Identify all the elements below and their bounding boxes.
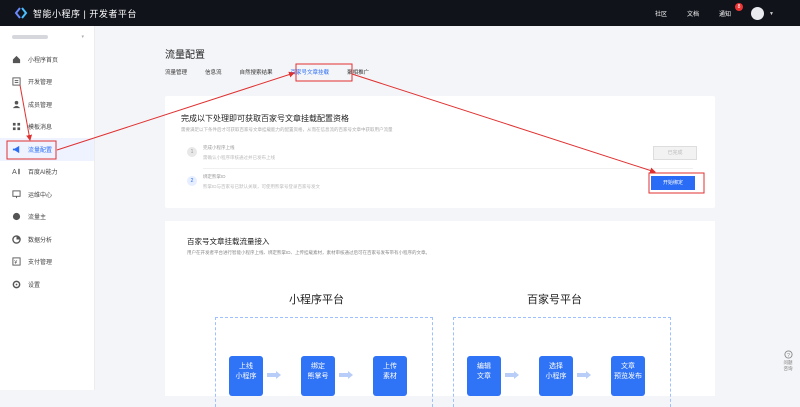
step-number-2: 2: [187, 176, 197, 186]
sidebar-item-label: 百度AI能力: [28, 170, 58, 177]
sidebar-item-label: 流量主: [28, 215, 47, 222]
sidebar-item-label: 运维中心: [28, 192, 53, 199]
gear-icon: [12, 280, 21, 289]
step-2-desc: 熊掌ID与百家号已默认关联，可使用熊掌号登录百家号发文: [203, 184, 320, 189]
step-number-1: 1: [187, 147, 197, 157]
sidebar-item-3[interactable]: 模板消息: [0, 116, 94, 139]
tab-baijiahao-mount[interactable]: 百家号文章挂载: [291, 68, 330, 76]
tab-promotion[interactable]: 聚相推广: [347, 68, 369, 76]
home-icon: [12, 55, 21, 64]
flow-step-box: 绑定 熊掌号: [301, 356, 335, 396]
svg-text:?: ?: [787, 353, 790, 359]
chevron-down-icon: ▾: [81, 34, 84, 40]
platform-right-label: 百家号平台: [527, 294, 582, 306]
notification-link[interactable]: 通知 8: [719, 2, 744, 18]
user-icon: [12, 100, 21, 109]
step-1-title: 完成小程序上线: [203, 145, 235, 150]
sidebar-item-label: 小程序首页: [28, 57, 59, 64]
sidebar-item-9[interactable]: ¥ 支付管理: [0, 251, 94, 274]
question-icon: ?: [783, 350, 793, 359]
community-link[interactable]: 社区: [655, 9, 667, 18]
sidebar-item-4[interactable]: 流量配置: [0, 138, 94, 161]
platform-left-label: 小程序平台: [289, 294, 344, 306]
sidebar: ▾ 小程序首页开发管理成员管理模板消息流量配置 A 百度AI能力 运维中心流量主数据分…: [0, 26, 95, 390]
arrow-right-icon: [505, 371, 519, 379]
notification-label: 通知: [719, 11, 732, 18]
flow-step-box: 上线 小程序: [229, 356, 263, 396]
sidebar-item-label: 支付管理: [28, 260, 53, 267]
svg-text:A: A: [12, 167, 17, 176]
tab-natural-search[interactable]: 自然搜索结果: [240, 68, 273, 76]
eligibility-title: 完成以下处理即可获取百家号文章挂载配置资格: [181, 114, 349, 123]
coin-icon: [12, 212, 21, 221]
logo-icon: [14, 7, 28, 19]
chart-icon: [12, 234, 21, 244]
step-2-text: 绑定熊掌ID 熊掌ID与百家号已默认关联，可使用熊掌号登录百家号发文: [203, 174, 320, 190]
code-icon: [12, 77, 21, 86]
flow-step-box: 选择 小程序: [539, 356, 573, 396]
sidebar-item-label: 流量配置: [28, 147, 53, 154]
arrow-right-icon: [339, 371, 353, 379]
step-2-title: 绑定熊掌ID: [203, 174, 226, 179]
sidebar-item-label: 开发管理: [28, 80, 53, 87]
flow-step-box: 上传 素材: [373, 356, 407, 396]
app-title: 智能小程序 | 开发者平台: [33, 8, 137, 19]
account-menu[interactable]: ▼: [751, 6, 774, 20]
sidebar-item-5[interactable]: A 百度AI能力: [0, 161, 94, 184]
sidebar-item-label: 数据分析: [28, 237, 53, 244]
app-selector[interactable]: ▾: [0, 26, 94, 48]
pay-icon: ¥: [12, 257, 21, 266]
help-consult-button[interactable]: ? 问题 咨询: [779, 350, 797, 378]
sidebar-item-6[interactable]: 运维中心: [0, 183, 94, 206]
sidebar-item-0[interactable]: 小程序首页: [0, 48, 94, 71]
completed-button[interactable]: 已完成: [653, 146, 697, 160]
start-binding-button[interactable]: 开始绑定: [651, 176, 695, 190]
sidebar-item-label: 成员管理: [28, 102, 53, 109]
monitor-icon: [12, 190, 21, 199]
logo[interactable]: 智能小程序 | 开发者平台: [14, 6, 137, 20]
flow-step-box: 编辑 文章: [467, 356, 501, 396]
svg-text:¥: ¥: [14, 260, 17, 266]
arrow-right-icon: [267, 371, 281, 379]
step-1-text: 完成小程序上线 需确认小程序审核通过并已发布上线: [203, 145, 275, 161]
mount-flow-card: 百家号文章挂载流量接入 用户在开发者平台进行智能小程序上线、绑定熊掌ID、上传挂…: [165, 221, 715, 407]
tab-bar: 流量管理 信息流 自然搜索结果 百家号文章挂载 聚相推广: [165, 68, 369, 76]
flow-title: 百家号文章挂载流量接入: [187, 237, 270, 246]
divider: [203, 168, 693, 169]
app-name-blurred: [12, 35, 48, 39]
main-content: 流量配置 流量管理 信息流 自然搜索结果 百家号文章挂载 聚相推广 完成以下处理…: [95, 26, 800, 407]
grid-icon: [12, 122, 21, 131]
sidebar-item-1[interactable]: 开发管理: [0, 71, 94, 94]
help-label: 问题 咨询: [783, 360, 793, 371]
arrow-right-icon: [577, 371, 591, 379]
sidebar-item-label: 设置: [28, 282, 41, 289]
sidebar-item-2[interactable]: 成员管理: [0, 93, 94, 116]
flow-subtitle: 用户在开发者平台进行智能小程序上线、绑定熊掌ID、上传挂载素材，素材审核通过后可…: [187, 250, 430, 255]
megaphone-icon: [12, 145, 21, 154]
flow-step-box: 文章 预览发布: [611, 356, 645, 396]
step-1-desc: 需确认小程序审核通过并已发布上线: [203, 155, 275, 160]
top-nav-bar: 智能小程序 | 开发者平台 社区 文档 通知 8 ▼: [0, 0, 800, 26]
docs-link[interactable]: 文档: [687, 9, 699, 18]
ai-icon: A: [12, 167, 21, 176]
avatar: [751, 6, 765, 20]
page-title: 流量配置: [165, 50, 205, 61]
chevron-down-icon: ▼: [769, 10, 774, 17]
tab-traffic-management[interactable]: 流量管理: [165, 68, 187, 76]
sidebar-item-10[interactable]: 设置: [0, 273, 94, 296]
sidebar-item-7[interactable]: 流量主: [0, 206, 94, 229]
sidebar-item-8[interactable]: 数据分析: [0, 228, 94, 251]
eligibility-card: 完成以下处理即可获取百家号文章挂载配置资格 需要满足以下条件后才可获取百家号文章…: [165, 96, 715, 208]
notification-badge: 8: [735, 2, 744, 11]
eligibility-subtitle: 需要满足以下条件后才可获取百家号文章挂载能力的配置资格，从而在信息流的百家号文章…: [181, 127, 393, 132]
sidebar-item-label: 模板消息: [28, 125, 53, 132]
tab-feed[interactable]: 信息流: [205, 68, 222, 76]
